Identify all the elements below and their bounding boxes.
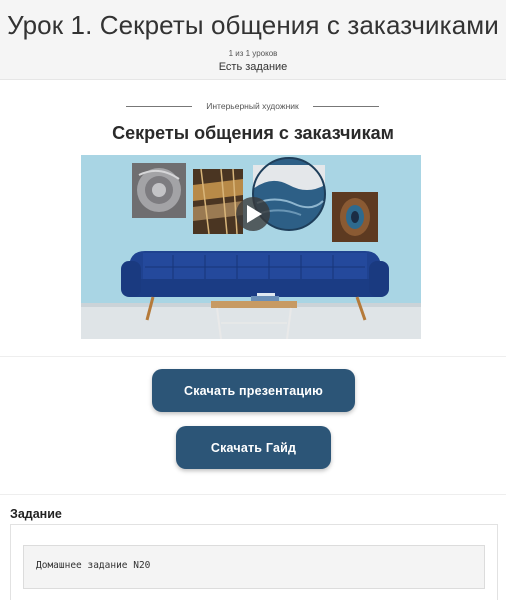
task-heading: Задание xyxy=(10,507,62,521)
download-presentation-button[interactable]: Скачать презентацию xyxy=(152,369,355,412)
painting-silver xyxy=(132,163,186,218)
article-title: Секреты общения с заказчикам xyxy=(112,123,394,143)
painting-gold xyxy=(193,168,243,235)
play-icon[interactable] xyxy=(236,197,270,231)
section-divider xyxy=(0,494,506,495)
lesson-counter: 1 из 1 уроков xyxy=(228,49,278,58)
section-divider xyxy=(0,356,506,357)
painting-peacock xyxy=(332,192,378,242)
category-divider-left xyxy=(126,106,192,107)
video-player[interactable] xyxy=(81,155,421,339)
video-thumbnail xyxy=(81,155,421,339)
category-divider-right xyxy=(313,106,379,107)
scrollbar[interactable] xyxy=(507,0,530,600)
lesson-title: Урок 1. Секреты общения с заказчиками xyxy=(7,10,499,40)
task-text: Домашнее задание N20 xyxy=(36,560,151,571)
category-label: Интерьерный художник xyxy=(206,101,299,111)
download-guide-button[interactable]: Скачать Гайд xyxy=(176,426,331,469)
lesson-task-note: Есть задание xyxy=(218,61,288,73)
